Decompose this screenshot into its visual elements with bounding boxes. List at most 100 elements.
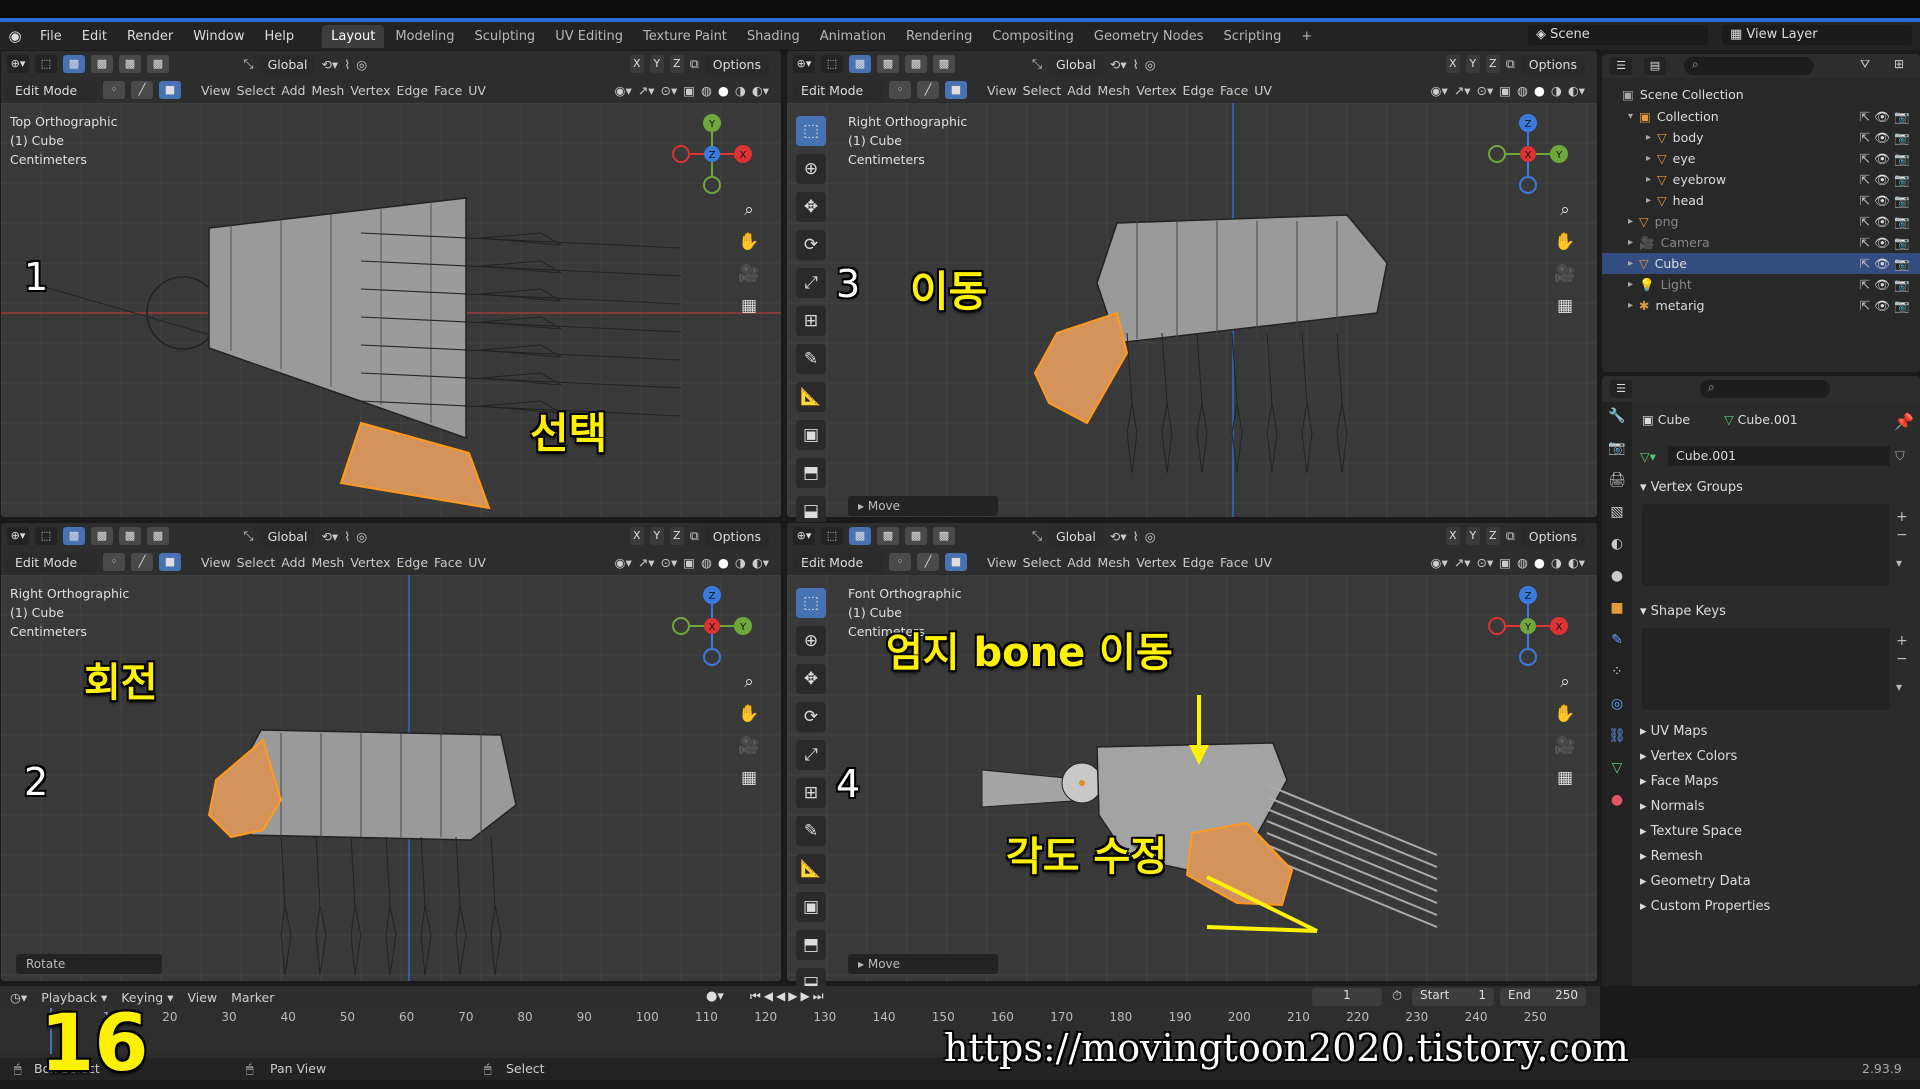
- mirror-z-toggle[interactable]: Z: [1485, 55, 1500, 73]
- mirror-y-toggle[interactable]: Y: [649, 527, 664, 545]
- visibility-icon[interactable]: ◉▾: [1431, 83, 1448, 98]
- camera-view-icon[interactable]: 🎥: [738, 736, 759, 756]
- new-collection-icon[interactable]: ⊞: [1894, 57, 1904, 71]
- menu-view[interactable]: View: [201, 555, 231, 570]
- vertex-groups-list[interactable]: [1642, 504, 1890, 586]
- last-operator-panel[interactable]: ▸ Move: [848, 496, 998, 516]
- snap-icon[interactable]: ⌇: [344, 529, 350, 544]
- tab-rendering[interactable]: Rendering: [897, 25, 981, 48]
- select-new-icon[interactable]: ▩: [849, 55, 871, 73]
- start-frame-field[interactable]: Start 1: [1412, 988, 1494, 1006]
- move-tool-icon[interactable]: ✥: [796, 664, 826, 694]
- menu-face[interactable]: Face: [1220, 555, 1248, 570]
- mode-dropdown[interactable]: Edit Mode: [7, 80, 97, 100]
- mirror-y-toggle[interactable]: Y: [649, 55, 664, 73]
- menu-mesh[interactable]: Mesh: [311, 83, 344, 98]
- fake-user-icon[interactable]: ⛉: [1890, 448, 1910, 464]
- menu-edge[interactable]: Edge: [397, 83, 428, 98]
- camera-render-icon[interactable]: 📷: [1894, 130, 1910, 146]
- selectable-icon[interactable]: ⇱: [1860, 256, 1870, 271]
- physics-tab-icon[interactable]: ◎: [1606, 696, 1628, 718]
- tab-uv-editing[interactable]: UV Editing: [546, 25, 632, 48]
- mirror-x-toggle[interactable]: X: [1445, 55, 1460, 73]
- shading-rendered-icon[interactable]: ◐▾: [1568, 83, 1585, 98]
- section-normals[interactable]: ▸ Normals: [1640, 799, 1704, 814]
- gizmo-toggle-icon[interactable]: ↗▾: [1454, 555, 1471, 570]
- display-mode-icon[interactable]: ▤: [1644, 57, 1666, 75]
- xray-icon[interactable]: ▣: [683, 83, 695, 98]
- outliner-item-light[interactable]: ▸ 💡 Light ⇱ 👁 📷: [1602, 274, 1920, 295]
- material-tab-icon[interactable]: ●: [1606, 792, 1628, 814]
- options-dropdown[interactable]: Options: [704, 54, 769, 74]
- filter-icon[interactable]: ⛛: [1860, 57, 1870, 72]
- add-cube-tool-icon[interactable]: ▣: [796, 420, 826, 450]
- overlay-toggle-icon[interactable]: ⊙▾: [1476, 83, 1493, 98]
- zoom-icon[interactable]: ⌕: [744, 672, 754, 692]
- snap-icon[interactable]: ⌇: [1133, 529, 1139, 544]
- section-face-maps[interactable]: ▸ Face Maps: [1640, 774, 1718, 789]
- mirror-x-toggle[interactable]: X: [629, 527, 644, 545]
- menu-select[interactable]: Select: [237, 83, 276, 98]
- mode-dropdown[interactable]: Edit Mode: [793, 80, 883, 100]
- menu-add[interactable]: Add: [281, 555, 305, 570]
- vertex-group-add-remove[interactable]: + −: [1896, 508, 1908, 544]
- transform-orientation-dropdown[interactable]: Global: [259, 526, 316, 546]
- menu-vertex[interactable]: Vertex: [350, 555, 390, 570]
- ortho-grid-icon[interactable]: ▦: [1557, 296, 1573, 316]
- pin-icon[interactable]: 📌: [1894, 412, 1914, 431]
- select-intersect-icon[interactable]: ▩: [933, 55, 955, 73]
- transform-tool-icon[interactable]: ⊞: [796, 306, 826, 336]
- eye-icon[interactable]: 👁: [1874, 277, 1890, 293]
- mirror-y-toggle[interactable]: Y: [1465, 55, 1480, 73]
- camera-view-icon[interactable]: 🎥: [738, 264, 759, 284]
- expand-arrow-icon[interactable]: ▸: [1628, 216, 1633, 227]
- face-select-icon[interactable]: ■: [945, 553, 967, 571]
- section-vertex-colors[interactable]: ▸ Vertex Colors: [1640, 749, 1737, 764]
- stopwatch-icon[interactable]: ⏱: [1392, 989, 1402, 1004]
- menu-face[interactable]: Face: [1220, 83, 1248, 98]
- tab-modeling[interactable]: Modeling: [386, 25, 463, 48]
- proportional-icon[interactable]: ◎: [1145, 57, 1156, 72]
- selectable-icon[interactable]: ⇱: [1860, 214, 1870, 229]
- shading-rendered-icon[interactable]: ◐▾: [752, 555, 769, 570]
- xray-icon[interactable]: ▣: [683, 555, 695, 570]
- mesh-data-tab-icon[interactable]: ▽: [1606, 760, 1628, 782]
- tab-shading[interactable]: Shading: [738, 25, 809, 48]
- mode-dropdown[interactable]: Edit Mode: [793, 552, 883, 572]
- cursor-tool-icon[interactable]: ⊕: [796, 154, 826, 184]
- auto-merge-icon[interactable]: ⧉: [1506, 56, 1515, 72]
- outliner-item-metarig[interactable]: ▸ ✱ metarig ⇱ 👁 📷: [1602, 295, 1920, 316]
- menu-help[interactable]: Help: [255, 29, 305, 44]
- extrude-tool-icon[interactable]: ⬒: [796, 930, 826, 960]
- rotate-tool-icon[interactable]: ⟳: [796, 230, 826, 260]
- transform-orientation-dropdown[interactable]: Global: [1047, 526, 1104, 546]
- options-dropdown[interactable]: Options: [1520, 54, 1585, 74]
- zoom-icon[interactable]: ⌕: [1560, 672, 1570, 692]
- edge-select-icon[interactable]: ╱: [131, 81, 153, 99]
- select-subtract-icon[interactable]: ▩: [119, 527, 141, 545]
- camera-render-icon[interactable]: 📷: [1894, 172, 1910, 188]
- selectable-icon[interactable]: ⇱: [1860, 151, 1870, 166]
- mirror-z-toggle[interactable]: Z: [669, 55, 684, 73]
- shape-key-add-remove[interactable]: + −: [1896, 632, 1908, 668]
- select-extend-icon[interactable]: ▩: [877, 55, 899, 73]
- timeline-menu-marker[interactable]: Marker: [231, 990, 274, 1005]
- visibility-icon[interactable]: ◉▾: [615, 83, 632, 98]
- menu-add[interactable]: Add: [1067, 83, 1091, 98]
- add-workspace-icon[interactable]: +: [1292, 25, 1321, 48]
- mirror-z-toggle[interactable]: Z: [669, 527, 684, 545]
- transform-orientation-dropdown[interactable]: Global: [259, 54, 316, 74]
- menu-add[interactable]: Add: [1067, 555, 1091, 570]
- camera-render-icon[interactable]: 📷: [1894, 193, 1910, 209]
- select-tool-icon[interactable]: ⬚: [821, 527, 843, 545]
- outliner-item-cube[interactable]: ▸ ▽ Cube ⇱ 👁 📷: [1602, 253, 1920, 274]
- menu-edge[interactable]: Edge: [1183, 555, 1214, 570]
- select-new-icon[interactable]: ▩: [849, 527, 871, 545]
- visibility-icon[interactable]: ◉▾: [615, 555, 632, 570]
- select-subtract-icon[interactable]: ▩: [905, 527, 927, 545]
- shading-solid-icon[interactable]: ●: [718, 555, 729, 570]
- outliner-item-body[interactable]: ▸ ▽ body ⇱ 👁 📷: [1602, 127, 1920, 148]
- scale-tool-icon[interactable]: ⤢: [796, 740, 826, 770]
- tab-animation[interactable]: Animation: [811, 25, 895, 48]
- vertex-select-icon[interactable]: ◦: [103, 81, 125, 99]
